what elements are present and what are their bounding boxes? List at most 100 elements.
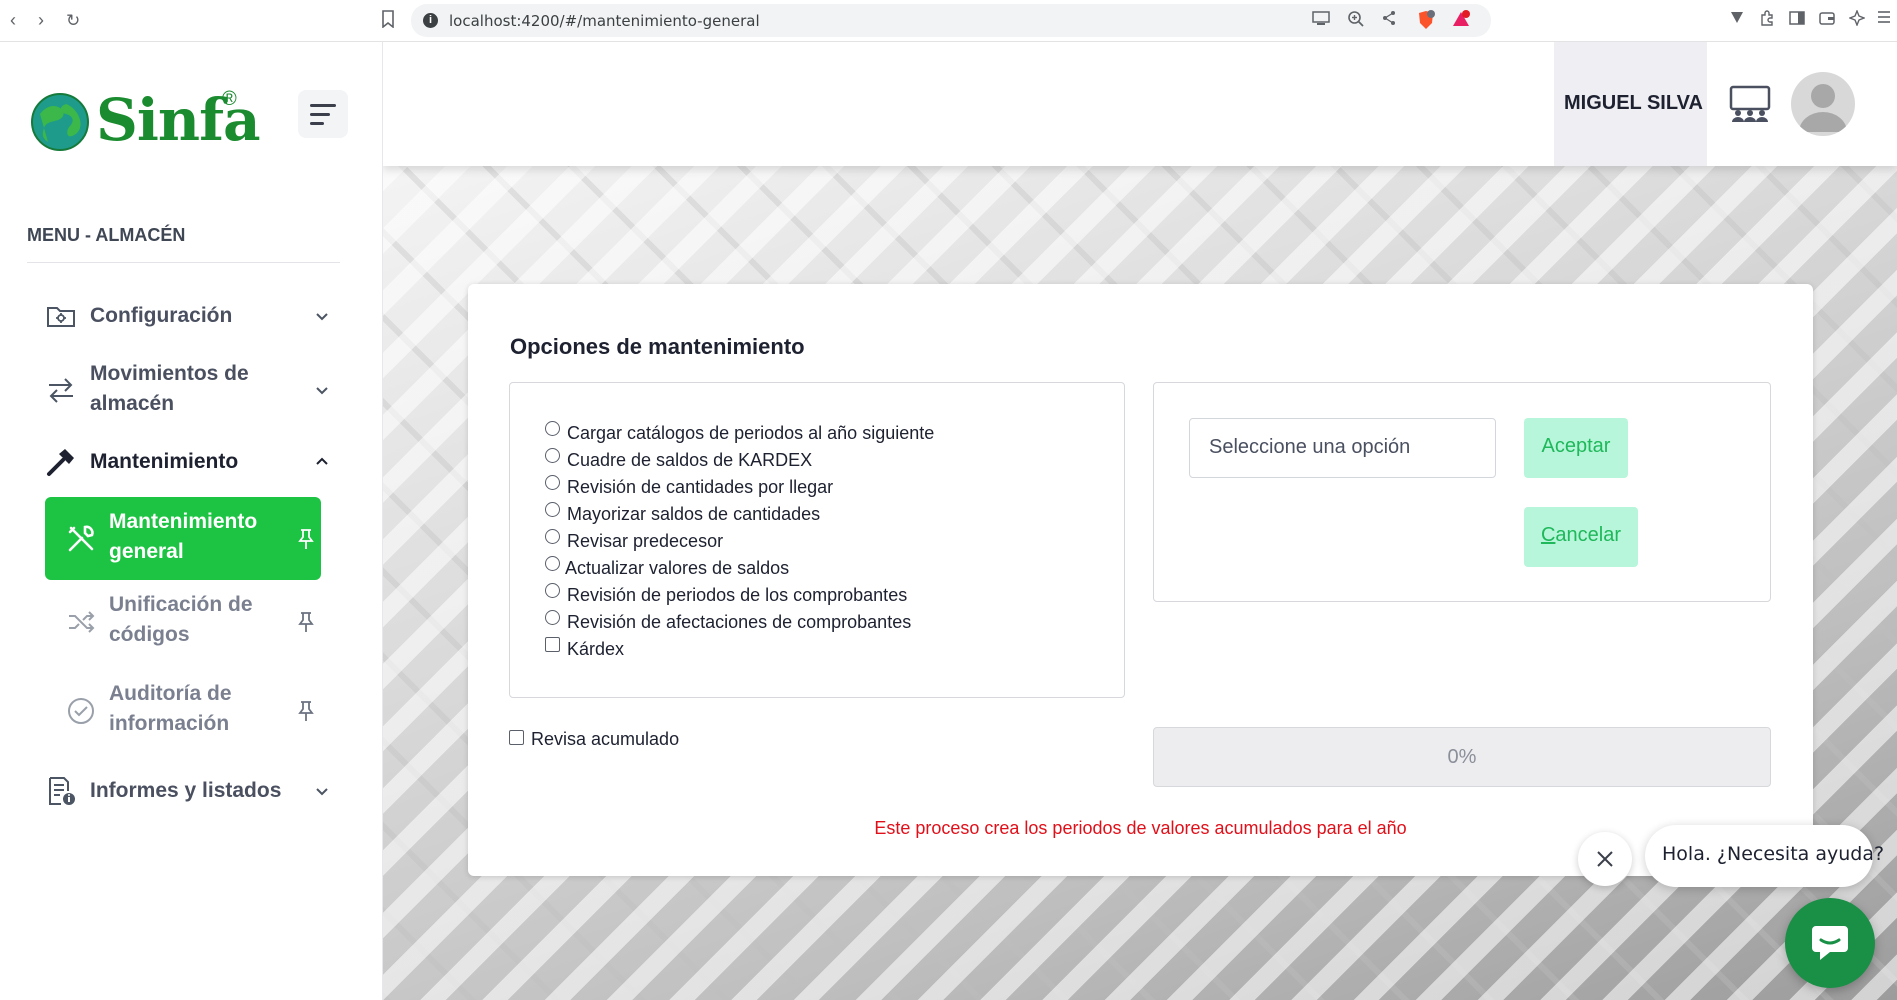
folder-settings-icon (47, 307, 75, 327)
radio-button[interactable] (545, 583, 560, 598)
address-bar[interactable]: i localhost:4200/#/mantenimiento-general (411, 4, 1491, 37)
chat-launcher-button[interactable] (1785, 898, 1875, 988)
menu-divider (27, 262, 340, 263)
zoom-icon[interactable] (1346, 10, 1366, 30)
shuffle-icon (69, 611, 95, 633)
option-label: Mayorizar saldos de cantidades (567, 504, 821, 524)
subitem-label: información (109, 712, 230, 735)
menu-icon[interactable] (1874, 10, 1894, 30)
sidebar: Sinfa ® MENU - ALMACÉN Configuración Mov… (0, 42, 383, 1000)
sidebar-collapse-button[interactable] (298, 90, 348, 138)
radio-button[interactable] (545, 502, 560, 517)
chat-close-button[interactable] (1578, 832, 1632, 886)
user-name: MIGUEL SILVA (1564, 92, 1703, 114)
user-box[interactable]: MIGUEL SILVA (1554, 42, 1707, 166)
wallet-icon[interactable] (1817, 10, 1837, 30)
cancel-button[interactable]: Cancelar (1524, 507, 1638, 567)
hamburger-line (310, 113, 330, 116)
site-info-icon[interactable]: i (423, 13, 438, 28)
user-avatar-icon (1799, 84, 1847, 132)
chat-greeting-text: Hola. ¿Necesita ayuda? (1662, 843, 1885, 865)
option-label: Revisión de afectaciones de comprobantes (567, 612, 912, 632)
report-info-icon (49, 777, 75, 805)
option-label: Cuadre de saldos de KARDEX (567, 450, 813, 470)
avatar[interactable] (1791, 72, 1855, 136)
maintenance-card: Opciones de mantenimiento Cargar catálog… (468, 284, 1813, 876)
pin-icon[interactable] (297, 528, 315, 550)
team-icon[interactable] (1728, 84, 1772, 124)
share-icon[interactable] (1379, 10, 1399, 30)
extensions-icon[interactable] (1757, 10, 1777, 30)
progress-text: 0% (1447, 746, 1477, 768)
select-placeholder: Seleccione una opción (1209, 436, 1411, 458)
option-select[interactable]: Seleccione una opción (1189, 418, 1496, 478)
chat-icon (1812, 926, 1848, 960)
sidebar-item-mantenimiento[interactable]: Mantenimiento (45, 446, 330, 478)
browser-toolbar: ‹ › ↻ i localhost:4200/#/mantenimiento-g… (0, 0, 1897, 42)
chat-greeting[interactable]: Hola. ¿Necesita ayuda? (1645, 825, 1884, 887)
forward-icon[interactable]: › (38, 10, 44, 31)
checkbox[interactable] (545, 637, 560, 652)
url-text: localhost:4200/#/mantenimiento-general (449, 12, 760, 30)
radio-button[interactable] (545, 421, 560, 436)
action-box: Seleccione una opción Aceptar Cancelar (1153, 382, 1771, 602)
cancel-accesskey: C (1540, 524, 1556, 546)
sidebar-item-movimientos[interactable]: Movimientos de almacén (45, 359, 330, 421)
vpn-icon[interactable] (1727, 10, 1747, 30)
radio-button[interactable] (545, 475, 560, 490)
revisa-label: Revisa acumulado (531, 729, 680, 749)
option-label: Actualizar valores de saldos (565, 558, 790, 578)
pin-icon[interactable] (297, 611, 315, 633)
option-label: Revisión de cantidades por llegar (567, 477, 834, 497)
subitem-label: Mantenimiento (109, 510, 258, 533)
check-circle-icon (68, 698, 94, 724)
sidebar-item-informes[interactable]: Informes y listados (45, 775, 330, 807)
option-label: Kárdex (567, 639, 625, 659)
cancel-label-rest: ancelar (1555, 524, 1622, 546)
globe-icon (31, 93, 89, 151)
sinfa-logo[interactable]: Sinfa ® (30, 84, 261, 154)
accept-label: Aceptar (1541, 435, 1611, 457)
sidebar-item-label: Movimientos de (90, 362, 249, 385)
tools-icon (68, 525, 94, 552)
hammer-icon (47, 449, 74, 476)
sidebar-item-configuracion[interactable]: Configuración (45, 300, 330, 332)
chevron-down-icon (316, 788, 328, 796)
close-icon (1597, 851, 1613, 867)
bookmark-icon[interactable] (378, 10, 398, 30)
accept-button[interactable]: Aceptar (1524, 418, 1628, 478)
back-icon[interactable]: ‹ (10, 10, 16, 31)
sidebar-subitem-mantenimiento-general[interactable]: Mantenimiento general (45, 497, 321, 580)
top-header: MIGUEL SILVA (383, 42, 1897, 166)
chevron-up-icon (316, 457, 328, 465)
sidebar-toggle-icon[interactable] (1787, 10, 1807, 30)
hamburger-line (310, 122, 324, 125)
reload-icon[interactable]: ↻ (66, 11, 80, 31)
chevron-down-icon (316, 313, 328, 321)
checkbox[interactable] (509, 730, 524, 745)
sidebar-item-label: Configuración (90, 304, 233, 327)
option-label: Cargar catálogos de periodos al año sigu… (567, 423, 935, 443)
radio-button[interactable] (545, 556, 560, 571)
options-box: Cargar catálogos de periodos al año sigu… (509, 382, 1125, 698)
cast-icon[interactable] (1311, 10, 1331, 30)
radio-button[interactable] (545, 529, 560, 544)
cancel-label: Cancelar (1524, 524, 1638, 547)
sidebar-subitem-unificacion[interactable]: Unificación de códigos (45, 587, 321, 657)
subitem-label: Unificación de (109, 593, 253, 616)
radio-button[interactable] (545, 448, 560, 463)
brave-rewards-icon[interactable] (1451, 10, 1471, 30)
chevron-down-icon (316, 387, 328, 395)
sidebar-subitem-auditoria[interactable]: Auditoría de información (45, 676, 321, 746)
sidebar-item-label: Informes y listados (90, 779, 282, 802)
subitem-label: general (109, 540, 184, 563)
leo-ai-icon[interactable] (1847, 9, 1867, 30)
option-label: Revisar predecesor (567, 531, 724, 551)
transfer-arrows-icon (49, 378, 73, 403)
subitem-label: Auditoría de (109, 682, 232, 705)
hamburger-line (310, 104, 336, 107)
sidebar-item-label: almacén (90, 392, 175, 415)
pin-icon[interactable] (297, 700, 315, 722)
brave-shield-icon[interactable] (1416, 10, 1436, 30)
radio-button[interactable] (545, 610, 560, 625)
